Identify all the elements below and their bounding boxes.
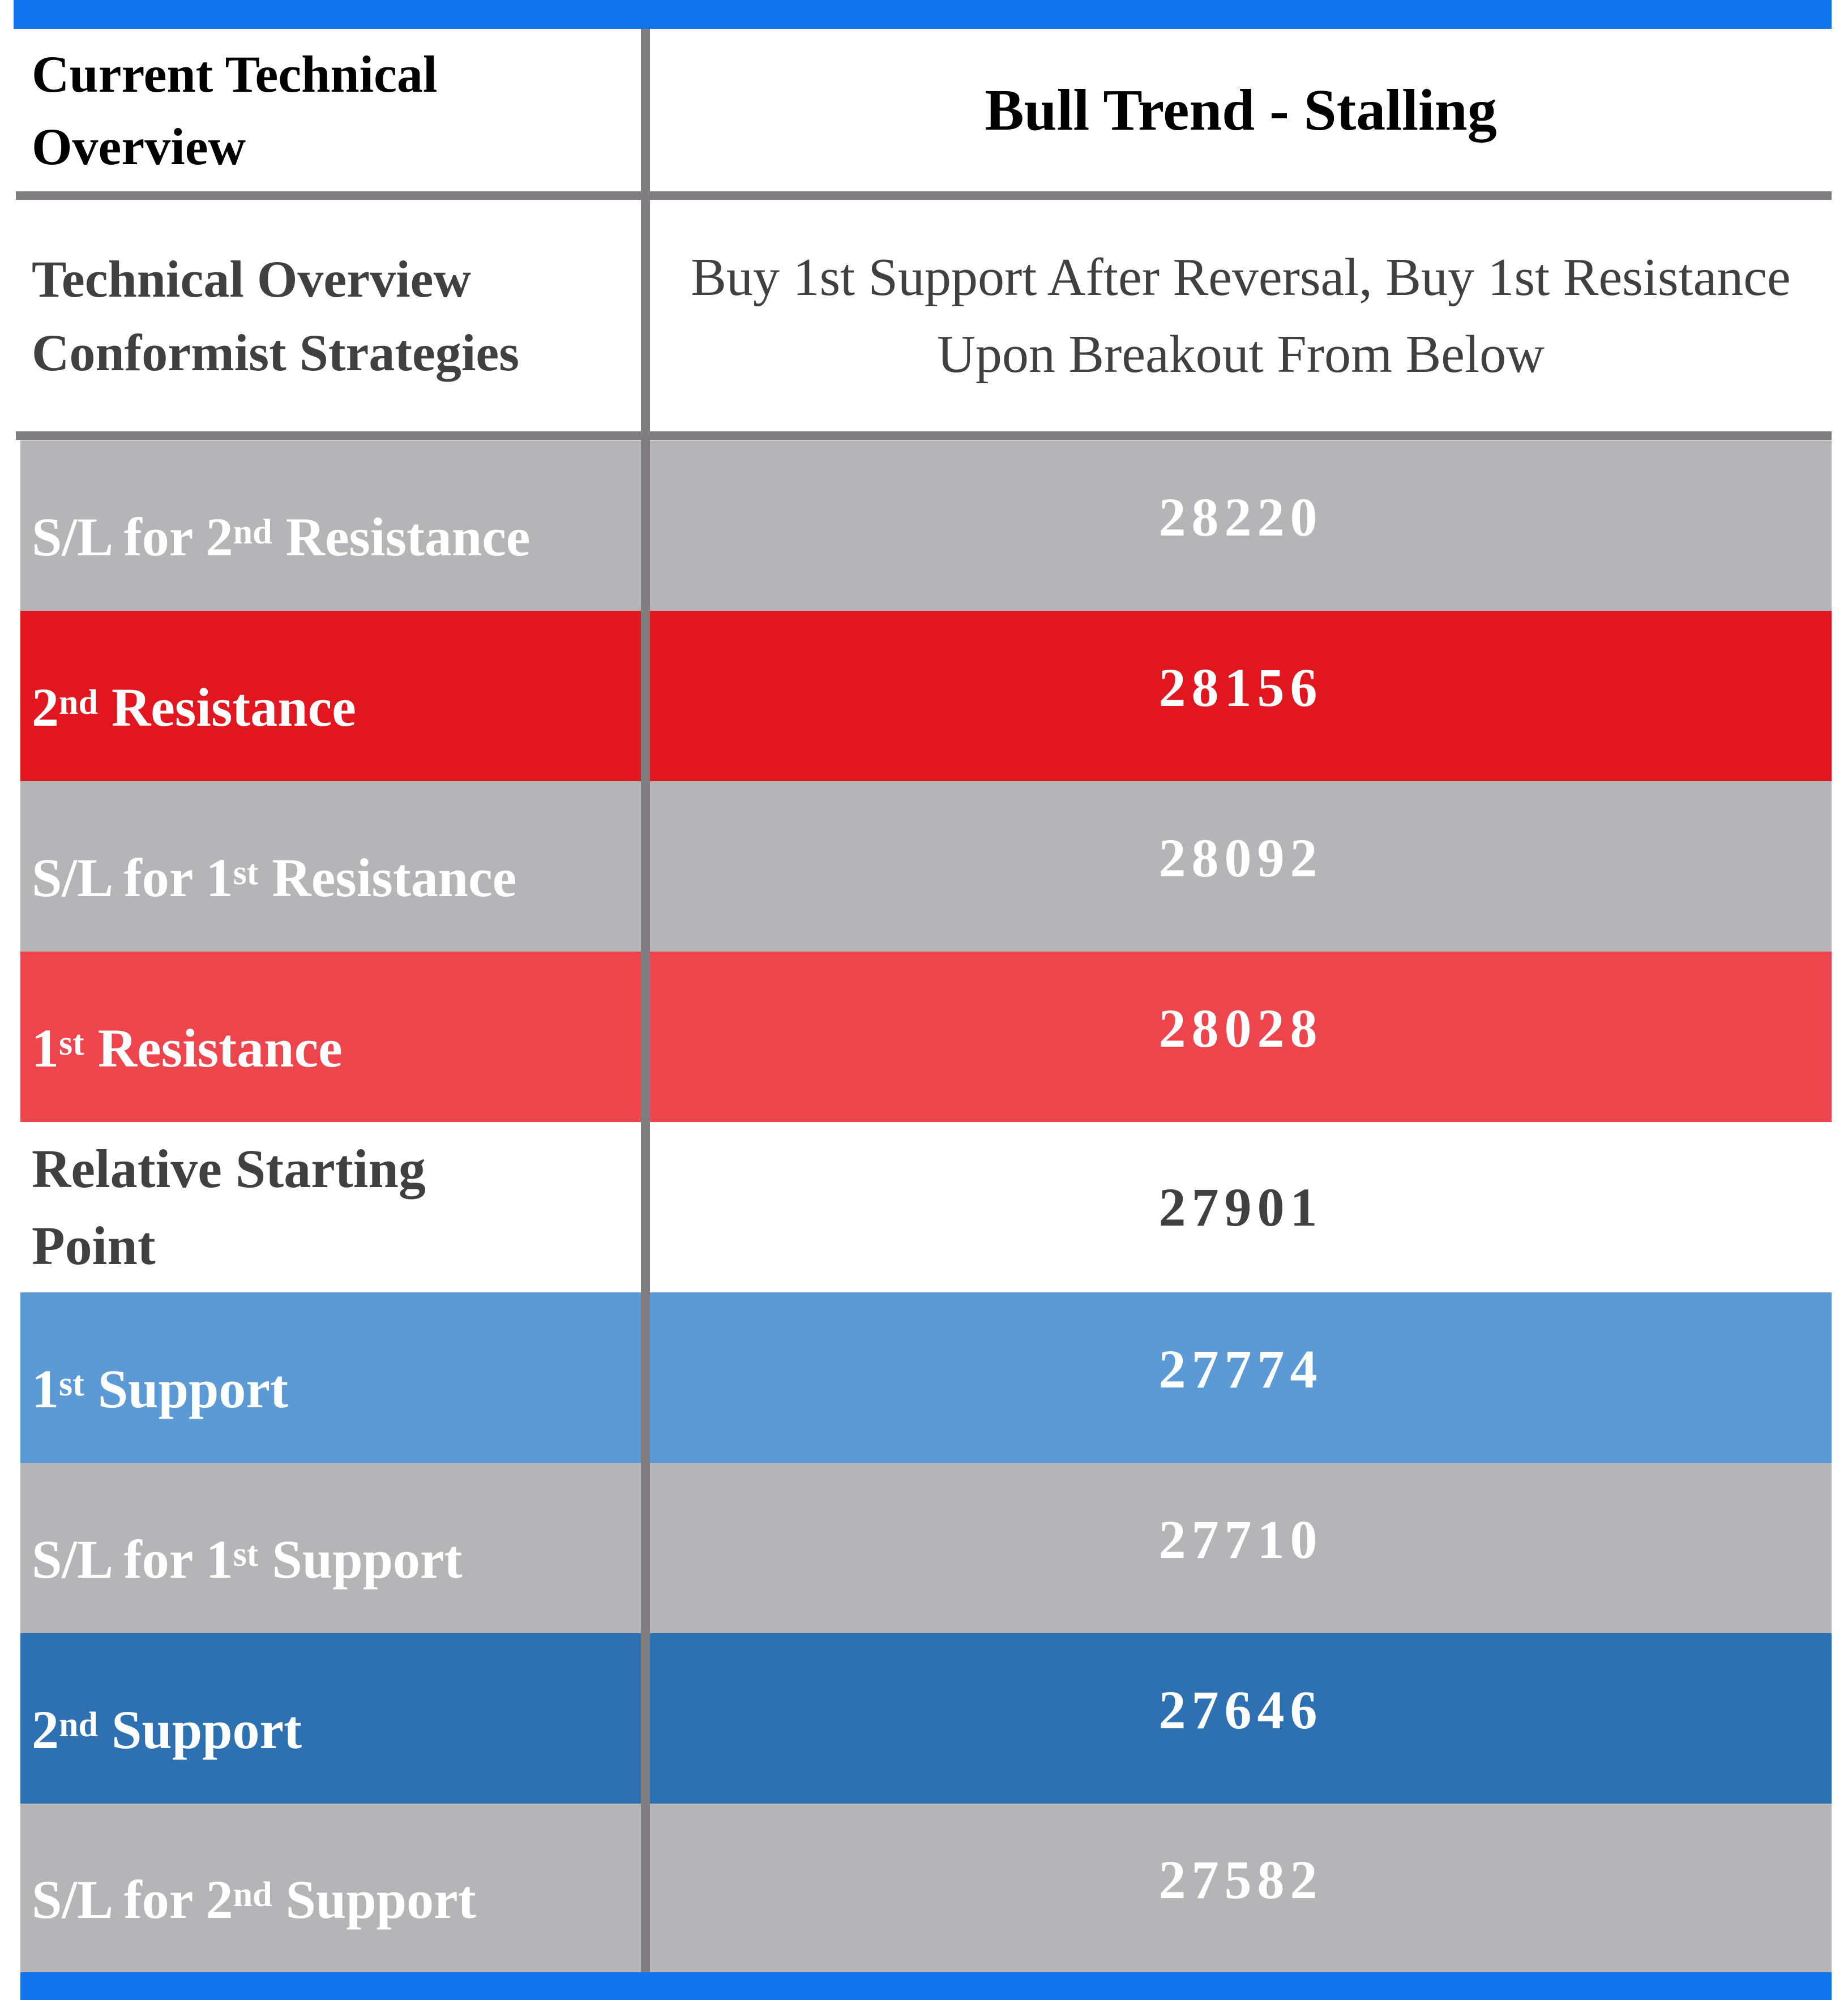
- ordinal-suffix: st: [233, 1535, 259, 1574]
- label-text: S/L for 1: [32, 1529, 233, 1590]
- ordinal-suffix: nd: [233, 1875, 272, 1914]
- level-value-1st-resistance: 28028: [650, 952, 1832, 1122]
- label-text: S/L for 1: [32, 847, 233, 908]
- overview-label: Current Technical Overview: [32, 45, 438, 175]
- level-label-sl-2nd-resistance: S/L for 2nd Resistance: [20, 440, 641, 611]
- strategies-label: Technical Overview Conformist Strategies: [32, 250, 520, 382]
- level-value-starting-point: 27901: [650, 1122, 1832, 1292]
- ordinal-suffix: nd: [233, 513, 272, 551]
- label-text: Resistance: [84, 1018, 343, 1078]
- label-text: 1: [32, 1359, 59, 1419]
- label-text: Support: [258, 1529, 463, 1590]
- level-value-2nd-support: 27646: [650, 1633, 1832, 1804]
- label-text: Relative Starting Point: [32, 1138, 426, 1276]
- label-text: S/L for 2: [32, 507, 233, 567]
- bottom-accent-bar: [20, 1972, 1832, 2000]
- strategies-divider: [16, 431, 1832, 440]
- label-text: 2: [32, 1699, 59, 1760]
- column-divider: [641, 29, 650, 1972]
- label-text: 1: [32, 1018, 59, 1078]
- level-value-sl-1st-support: 27710: [650, 1463, 1832, 1633]
- ordinal-suffix: nd: [59, 1706, 98, 1744]
- level-value-1st-support: 27774: [650, 1292, 1832, 1463]
- label-text: Resistance: [272, 507, 531, 567]
- level-label-2nd-support: 2nd Support: [20, 1633, 641, 1804]
- level-label-sl-2nd-support: S/L for 2nd Support: [20, 1804, 641, 1972]
- top-accent-bar: [14, 0, 1832, 29]
- trend-status: Bull Trend - Stalling: [985, 78, 1497, 143]
- level-value-sl-1st-resistance: 28092: [650, 781, 1832, 952]
- level-label-2nd-resistance: 2nd Resistance: [20, 611, 641, 781]
- ordinal-suffix: st: [59, 1024, 84, 1063]
- level-value-sl-2nd-support: 27582: [650, 1804, 1832, 1972]
- level-label-1st-support: 1st Support: [20, 1292, 641, 1463]
- ordinal-suffix: st: [233, 854, 259, 892]
- label-text: S/L for 2: [32, 1869, 233, 1930]
- label-text: Support: [84, 1359, 288, 1419]
- strategies-text: Buy 1st Support After Reversal, Buy 1st …: [691, 247, 1791, 384]
- level-label-sl-1st-support: S/L for 1st Support: [20, 1463, 641, 1633]
- level-label-1st-resistance: 1st Resistance: [20, 952, 641, 1122]
- level-value-sl-2nd-resistance: 28220: [650, 440, 1832, 611]
- label-text: Resistance: [97, 677, 356, 738]
- header-divider: [16, 191, 1832, 200]
- label-text: 2: [32, 677, 59, 738]
- level-label-starting-point: Relative Starting Point: [20, 1122, 530, 1292]
- ordinal-suffix: nd: [59, 683, 98, 722]
- label-text: Resistance: [258, 847, 517, 908]
- level-value-2nd-resistance: 28156: [650, 611, 1832, 781]
- label-text: Support: [272, 1869, 476, 1930]
- level-label-sl-1st-resistance: S/L for 1st Resistance: [20, 781, 641, 952]
- ordinal-suffix: st: [59, 1365, 84, 1403]
- label-text: Support: [97, 1699, 302, 1760]
